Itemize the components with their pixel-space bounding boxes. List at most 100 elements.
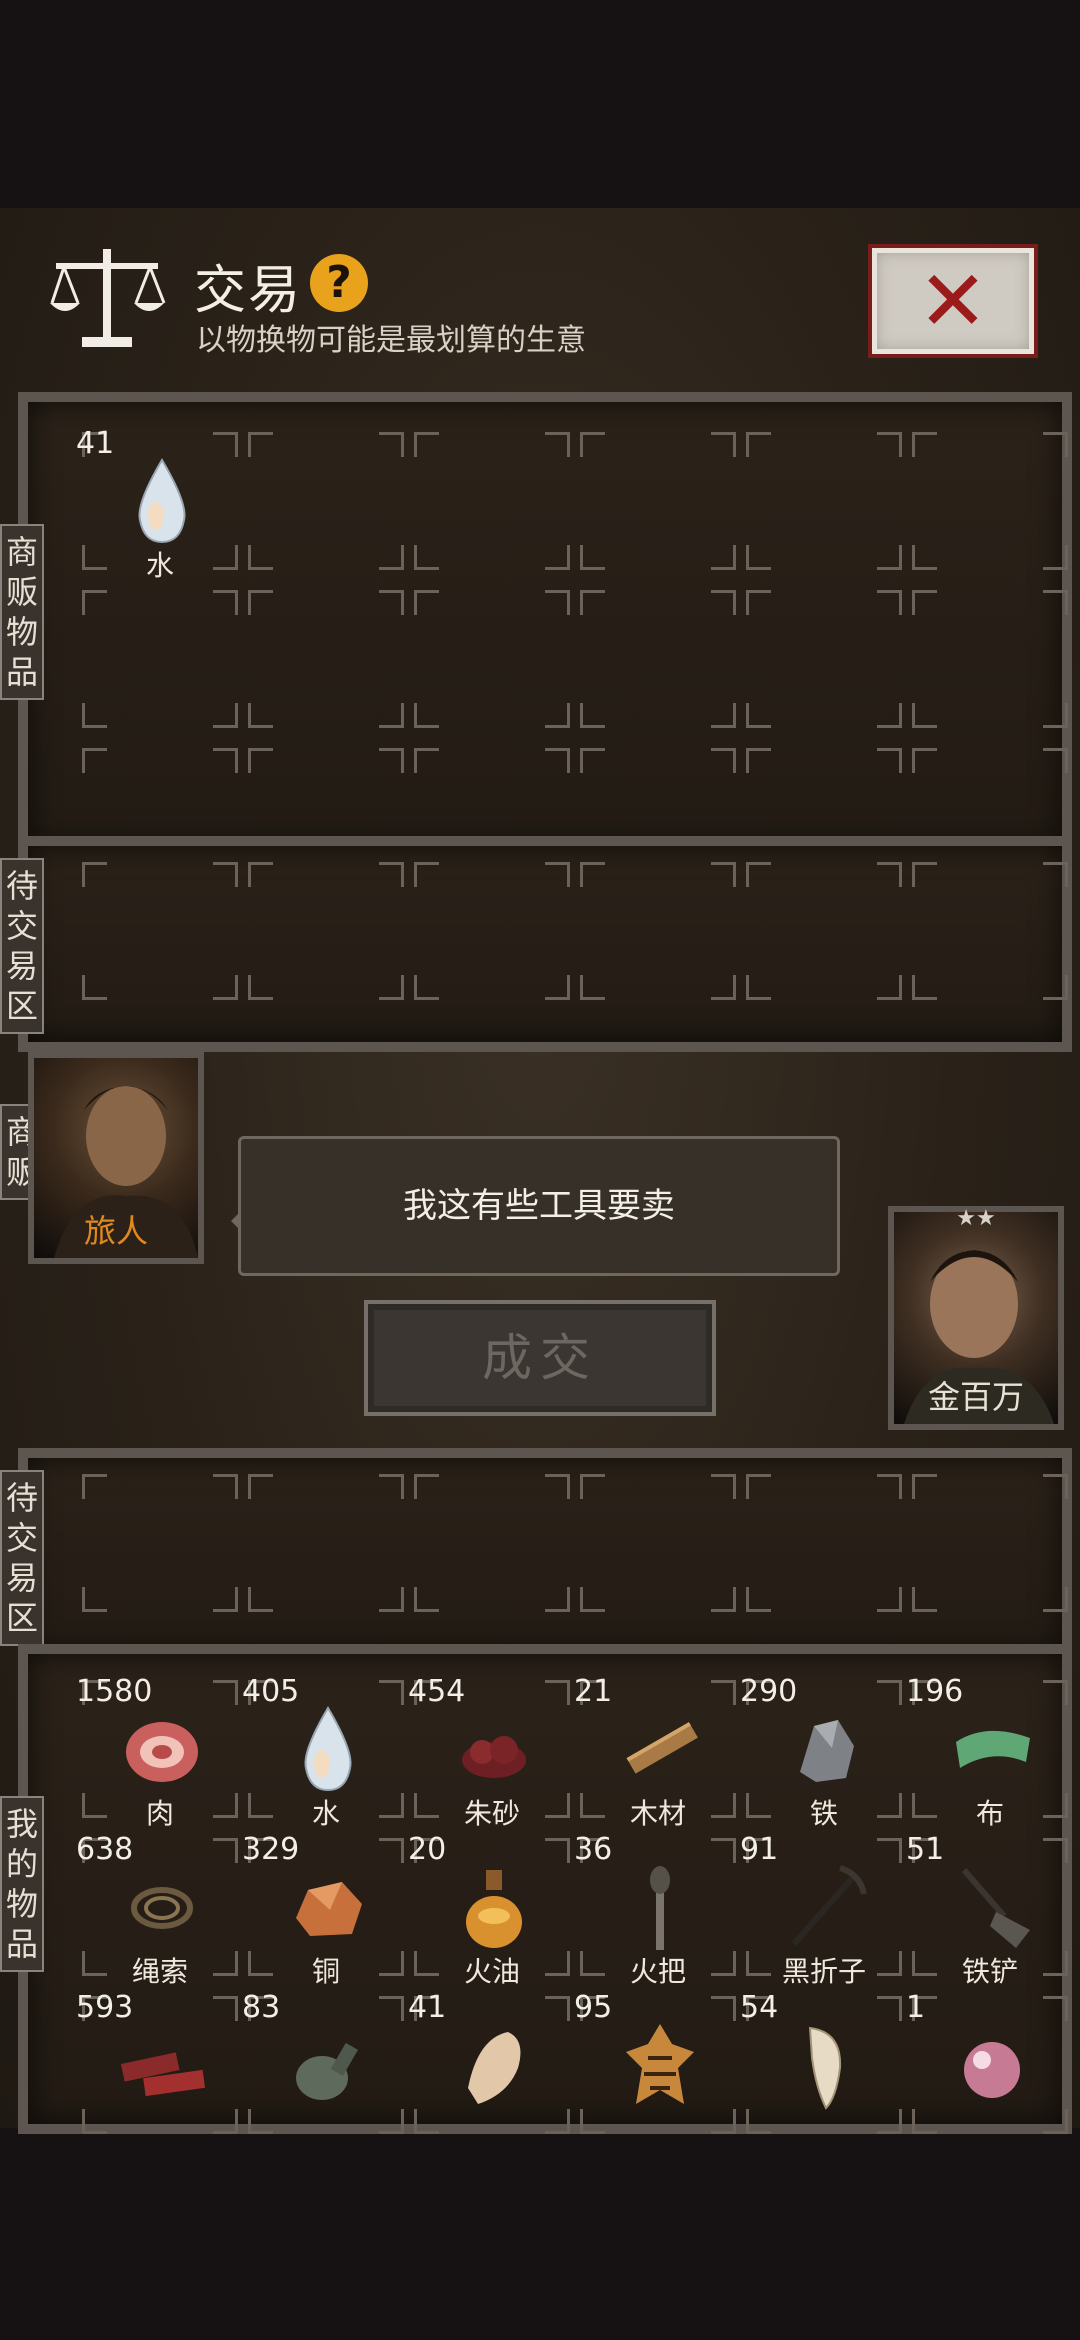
item-slot[interactable] [408,1468,576,1618]
item-slot[interactable] [574,856,742,1006]
slot-corner [877,590,902,615]
item-slot[interactable]: 41 水 [76,426,244,582]
item-slot[interactable] [574,426,742,576]
slot-corner [545,2109,570,2134]
item-slot[interactable] [76,584,244,734]
item-slot[interactable] [242,426,410,576]
slot-corner [379,1996,404,2021]
item-slot[interactable]: 36 火把 [574,1832,742,1988]
item-slot[interactable] [242,584,410,734]
item-name: 绳索 [131,1955,188,1988]
item-slot[interactable]: 196 布 [906,1674,1074,1830]
item-count: 1 [906,1990,926,2025]
torch-icon [650,1866,670,1950]
slot-corner [414,432,439,457]
item-slot[interactable]: 54 [740,1990,908,2140]
slot-corner [1043,590,1068,615]
item-count: 454 [408,1674,466,1709]
slot-corner [877,862,902,887]
slot-corner [545,1587,570,1612]
merchant-items-panel: 41 水 [18,392,1074,886]
tab-trade-zone-top: 待交易区 [0,858,44,1034]
water-drop-icon [304,1706,352,1792]
item-slot[interactable] [906,1468,1074,1618]
slot-corner [711,862,736,887]
item-slot[interactable] [574,584,742,734]
close-button[interactable]: ✕ [868,244,1038,358]
slot-corner [248,1474,273,1499]
item-slot[interactable]: 638 绳索 [76,1832,244,1988]
slot-corner [912,703,937,728]
slot-corner [1043,975,1068,1000]
slot-corner [379,1474,404,1499]
slot-corner [379,1680,404,1705]
slot-corner [912,975,937,1000]
item-slot[interactable] [906,856,1074,1006]
player-portrait[interactable]: ★★ 金百万 [888,1206,1064,1430]
item-slot[interactable] [906,584,1074,734]
item-name: 火把 [629,1955,686,1988]
item-slot[interactable]: 21 木材 [574,1674,742,1830]
dialogue-bubble: 我这有些工具要卖 [231,1136,840,1276]
item-slot[interactable]: 20 火油 [408,1832,576,1988]
slot-corner [545,1474,570,1499]
item-slot[interactable] [740,426,908,576]
item-count: 51 [906,1832,945,1867]
item-name: 火油 [463,1955,520,1988]
item-count: 405 [242,1674,300,1709]
slot-corner [248,862,273,887]
item-slot[interactable] [408,584,576,734]
player-trade-zone[interactable] [18,1448,1072,1664]
item-slot[interactable] [906,426,1074,576]
item-slot[interactable]: 329 铜 [242,1832,410,1988]
item-slot[interactable]: 41 [408,1990,576,2140]
item-slot[interactable]: 593 [76,1990,244,2140]
item-slot[interactable] [76,1468,244,1618]
item-slot[interactable]: 454 朱砂 [408,1674,576,1830]
slot-corner [545,862,570,887]
slot-corner [82,590,107,615]
item-slot[interactable]: 83 [242,1990,410,2140]
slot-corner [248,975,273,1000]
item-slot[interactable] [408,426,576,576]
item-slot[interactable] [740,584,908,734]
item-slot[interactable] [76,856,244,1006]
slot-corner [248,703,273,728]
rope-icon [131,1887,193,1929]
item-slot[interactable]: 1580 肉 [76,1674,244,1830]
slot-corner [379,432,404,457]
slot-corner [580,975,605,1000]
item-slot[interactable]: 95 [574,1990,742,2140]
slot-corner [248,590,273,615]
slot-corner [213,432,238,457]
item-slot[interactable] [242,1468,410,1618]
item-slot[interactable] [408,856,576,1006]
slot-corner [213,862,238,887]
merchant-portrait[interactable]: 旅人 [28,1052,204,1264]
item-slot[interactable]: 1 [906,1990,1074,2140]
slot-corner [912,1474,937,1499]
wood-icon [626,1722,698,1774]
item-slot[interactable]: 51 铁铲 [906,1832,1074,1988]
slot-corner [82,1474,107,1499]
help-button[interactable]: ? [310,254,368,312]
shovel-icon [961,1868,1030,1948]
item-slot[interactable] [740,856,908,1006]
item-count: 41 [76,426,115,461]
item-slot[interactable] [574,1468,742,1618]
jerky-icon [120,2052,206,2097]
item-slot[interactable]: 290 铁 [740,1674,908,1830]
item-slot[interactable] [242,856,410,1006]
merchant-trade-zone[interactable] [18,836,1072,1052]
slot-corner [711,703,736,728]
item-slot[interactable]: 405 水 [242,1674,410,1830]
slot-corner [877,545,902,570]
slot-corner [545,1838,570,1863]
item-slot[interactable]: 91 黑折子 [740,1832,908,1988]
slot-corner [711,1474,736,1499]
slot-corner [711,1587,736,1612]
slot-corner [82,1587,107,1612]
item-slot[interactable] [740,1468,908,1618]
slot-corner [414,862,439,887]
deal-button[interactable]: 成交 [364,1300,716,1416]
